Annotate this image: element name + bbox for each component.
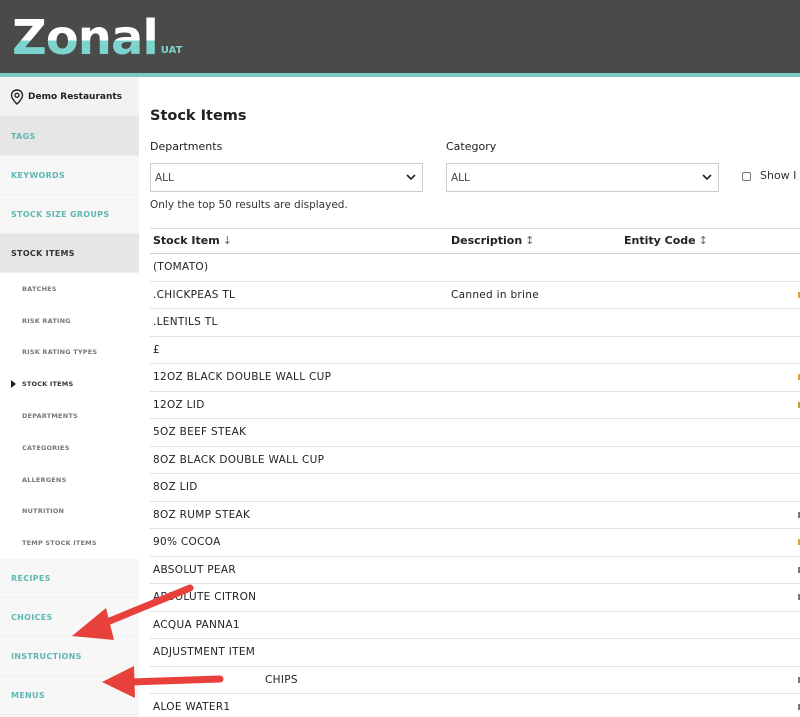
- sidebar-subitem-temp-stock-items[interactable]: TEMP STOCK ITEMS: [0, 527, 139, 560]
- sort-desc-icon: ↓: [222, 234, 232, 247]
- stock-item-cell: 8OZ LID: [153, 481, 198, 493]
- table-body: (TOMATO) .CHICKPEAS TL Canned in brine .LEN…: [150, 254, 800, 717]
- current-page-triangle-icon: [11, 380, 16, 389]
- stock-item-cell: 8OZ BLACK DOUBLE WALL CUP: [153, 453, 325, 466]
- main-content: Stock Items Departments ALL Category ALL…: [139, 77, 800, 717]
- sidebar-subitem-risk-rating[interactable]: RISK RATING: [0, 304, 139, 337]
- category-value: ALL: [451, 171, 470, 184]
- logo-text: Zonal: [12, 10, 159, 66]
- sidebar-item-menus[interactable]: MENUS: [0, 676, 139, 716]
- stock-item-cell: .LENTILS TL: [153, 316, 218, 328]
- stock-item-cell: ADJUSTMENT ITEM: [153, 646, 256, 658]
- subitem-label: BATCHES: [22, 284, 57, 293]
- subitem-label: ALLERGENS: [22, 475, 67, 484]
- page-title: Stock Items: [150, 108, 247, 124]
- sort-icon: ↕: [698, 234, 708, 247]
- table-row[interactable]: ABSOLUT PEAR: [150, 557, 800, 584]
- logo-environment: UAT: [160, 45, 183, 56]
- departments-value: ALL: [155, 171, 174, 184]
- column-header-stock-item[interactable]: Stock Item ↓: [153, 234, 232, 247]
- stock-item-cell: 12OZ LID: [153, 398, 205, 411]
- sidebar-subitem-nutrition[interactable]: NUTRITION: [0, 495, 139, 528]
- stock-item-cell: 5OZ BEEF STEAK: [153, 426, 247, 438]
- show-checkbox[interactable]: [742, 172, 751, 181]
- column-header-label: Stock Item: [153, 234, 220, 247]
- stock-item-cell: ACQUA PANNA1: [153, 618, 240, 631]
- sidebar-subitem-allergens[interactable]: ALLERGENS: [0, 463, 139, 496]
- description-cell: Canned in brine: [451, 288, 539, 301]
- column-header-label: Entity Code: [624, 234, 696, 247]
- sidebar-subitem-batches[interactable]: BATCHES: [0, 273, 139, 305]
- sidebar-item-instructions[interactable]: INSTRUCTIONS: [0, 637, 139, 677]
- subitem-label: RISK RATING TYPES: [22, 348, 98, 357]
- stock-item-cell: 8OZ RUMP STEAK: [153, 508, 251, 521]
- table-row[interactable]: 90% COCOA: [150, 529, 800, 557]
- organisation-selector[interactable]: Demo Restaurants: [0, 77, 139, 117]
- category-label: Category: [446, 140, 497, 153]
- column-header-label: Description: [451, 234, 523, 247]
- table-row[interactable]: 8OZ LID: [150, 474, 800, 502]
- stock-item-cell: £: [153, 343, 160, 356]
- table-row[interactable]: 8OZ BLACK DOUBLE WALL CUP: [150, 447, 800, 474]
- table-header-row: Stock Item ↓ Description ↕ Entity Code ↕: [150, 228, 800, 254]
- table-row[interactable]: .LENTILS TL: [150, 309, 800, 337]
- show-checkbox-label: Show I: [760, 169, 797, 182]
- sidebar-subitem-departments[interactable]: DEPARTMENTS: [0, 400, 139, 432]
- table-row[interactable]: ALOE WATER1: [150, 694, 800, 717]
- table-row[interactable]: 5OZ BEEF STEAK: [150, 419, 800, 447]
- departments-select[interactable]: ALL: [150, 163, 423, 192]
- table-row[interactable]: £: [150, 337, 800, 364]
- stock-item-cell: ABSOLUT PEAR: [153, 563, 236, 576]
- table-row[interactable]: 12OZ LID: [150, 392, 800, 419]
- subitem-label: TEMP STOCK ITEMS: [22, 539, 97, 548]
- subitem-label: CATEGORIES: [22, 443, 70, 452]
- sidebar-item-keywords[interactable]: KEYWORDS: [0, 156, 139, 195]
- column-header-entity-code[interactable]: Entity Code ↕: [624, 234, 708, 247]
- sidebar-item-stock-size-groups[interactable]: STOCK SIZE GROUPS: [0, 195, 139, 234]
- stock-item-cell: CHIPS: [265, 673, 298, 686]
- stock-item-cell: ABSOLUTE CITRON: [153, 591, 257, 603]
- results-limit-note: Only the top 50 results are displayed.: [150, 199, 348, 211]
- stock-item-cell: 12OZ BLACK DOUBLE WALL CUP: [153, 371, 332, 383]
- top-header: Zonal UAT: [0, 0, 800, 73]
- table-row[interactable]: ACQUA PANNA1: [150, 612, 800, 639]
- table-row[interactable]: 12OZ BLACK DOUBLE WALL CUP: [150, 364, 800, 392]
- stock-item-cell: ALOE WATER1: [153, 701, 231, 713]
- sidebar-subitem-stock-items[interactable]: STOCK ITEMS: [0, 368, 139, 401]
- table-row[interactable]: 8OZ RUMP STEAK: [150, 502, 800, 529]
- chevron-down-icon: [702, 174, 712, 181]
- sidebar-subitem-categories[interactable]: CATEGORIES: [0, 431, 139, 464]
- category-select[interactable]: ALL: [446, 163, 719, 192]
- subitem-label: DEPARTMENTS: [22, 412, 78, 421]
- sidebar-item-recipes[interactable]: RECIPES: [0, 559, 139, 599]
- sidebar-subitem-risk-rating-types[interactable]: RISK RATING TYPES: [0, 336, 139, 369]
- subitem-label: RISK RATING: [22, 316, 71, 325]
- table-row[interactable]: ADJUSTMENT ITEM: [150, 639, 800, 667]
- table-row[interactable]: ABSOLUTE CITRON: [150, 584, 800, 612]
- stock-items-table: Stock Item ↓ Description ↕ Entity Code ↕ (T…: [150, 228, 800, 717]
- sidebar-item-choices[interactable]: CHOICES: [0, 598, 139, 638]
- stock-item-cell: 90% COCOA: [153, 536, 221, 548]
- subitem-label: STOCK ITEMS: [22, 380, 74, 389]
- stock-item-cell: .CHICKPEAS TL: [153, 288, 236, 301]
- organisation-name: Demo Restaurants: [28, 91, 123, 102]
- sidebar: Demo Restaurants TAGS KEYWORDS STOCK SIZ…: [0, 77, 139, 717]
- chevron-down-icon: [406, 174, 416, 181]
- zonal-logo[interactable]: Zonal UAT: [12, 4, 182, 62]
- column-header-description[interactable]: Description ↕: [451, 234, 534, 247]
- sort-icon: ↕: [525, 234, 535, 247]
- stock-item-cell: (TOMATO): [153, 261, 209, 273]
- location-pin-icon: [10, 88, 24, 105]
- table-row[interactable]: .CHICKPEAS TL Canned in brine: [150, 282, 800, 309]
- table-row[interactable]: CHIPS: [150, 667, 800, 694]
- subitem-label: NUTRITION: [22, 507, 65, 516]
- sidebar-item-tags[interactable]: TAGS: [0, 117, 139, 156]
- table-row[interactable]: (TOMATO): [150, 254, 800, 282]
- departments-label: Departments: [150, 140, 223, 153]
- sidebar-item-stock-items[interactable]: STOCK ITEMS: [0, 234, 139, 273]
